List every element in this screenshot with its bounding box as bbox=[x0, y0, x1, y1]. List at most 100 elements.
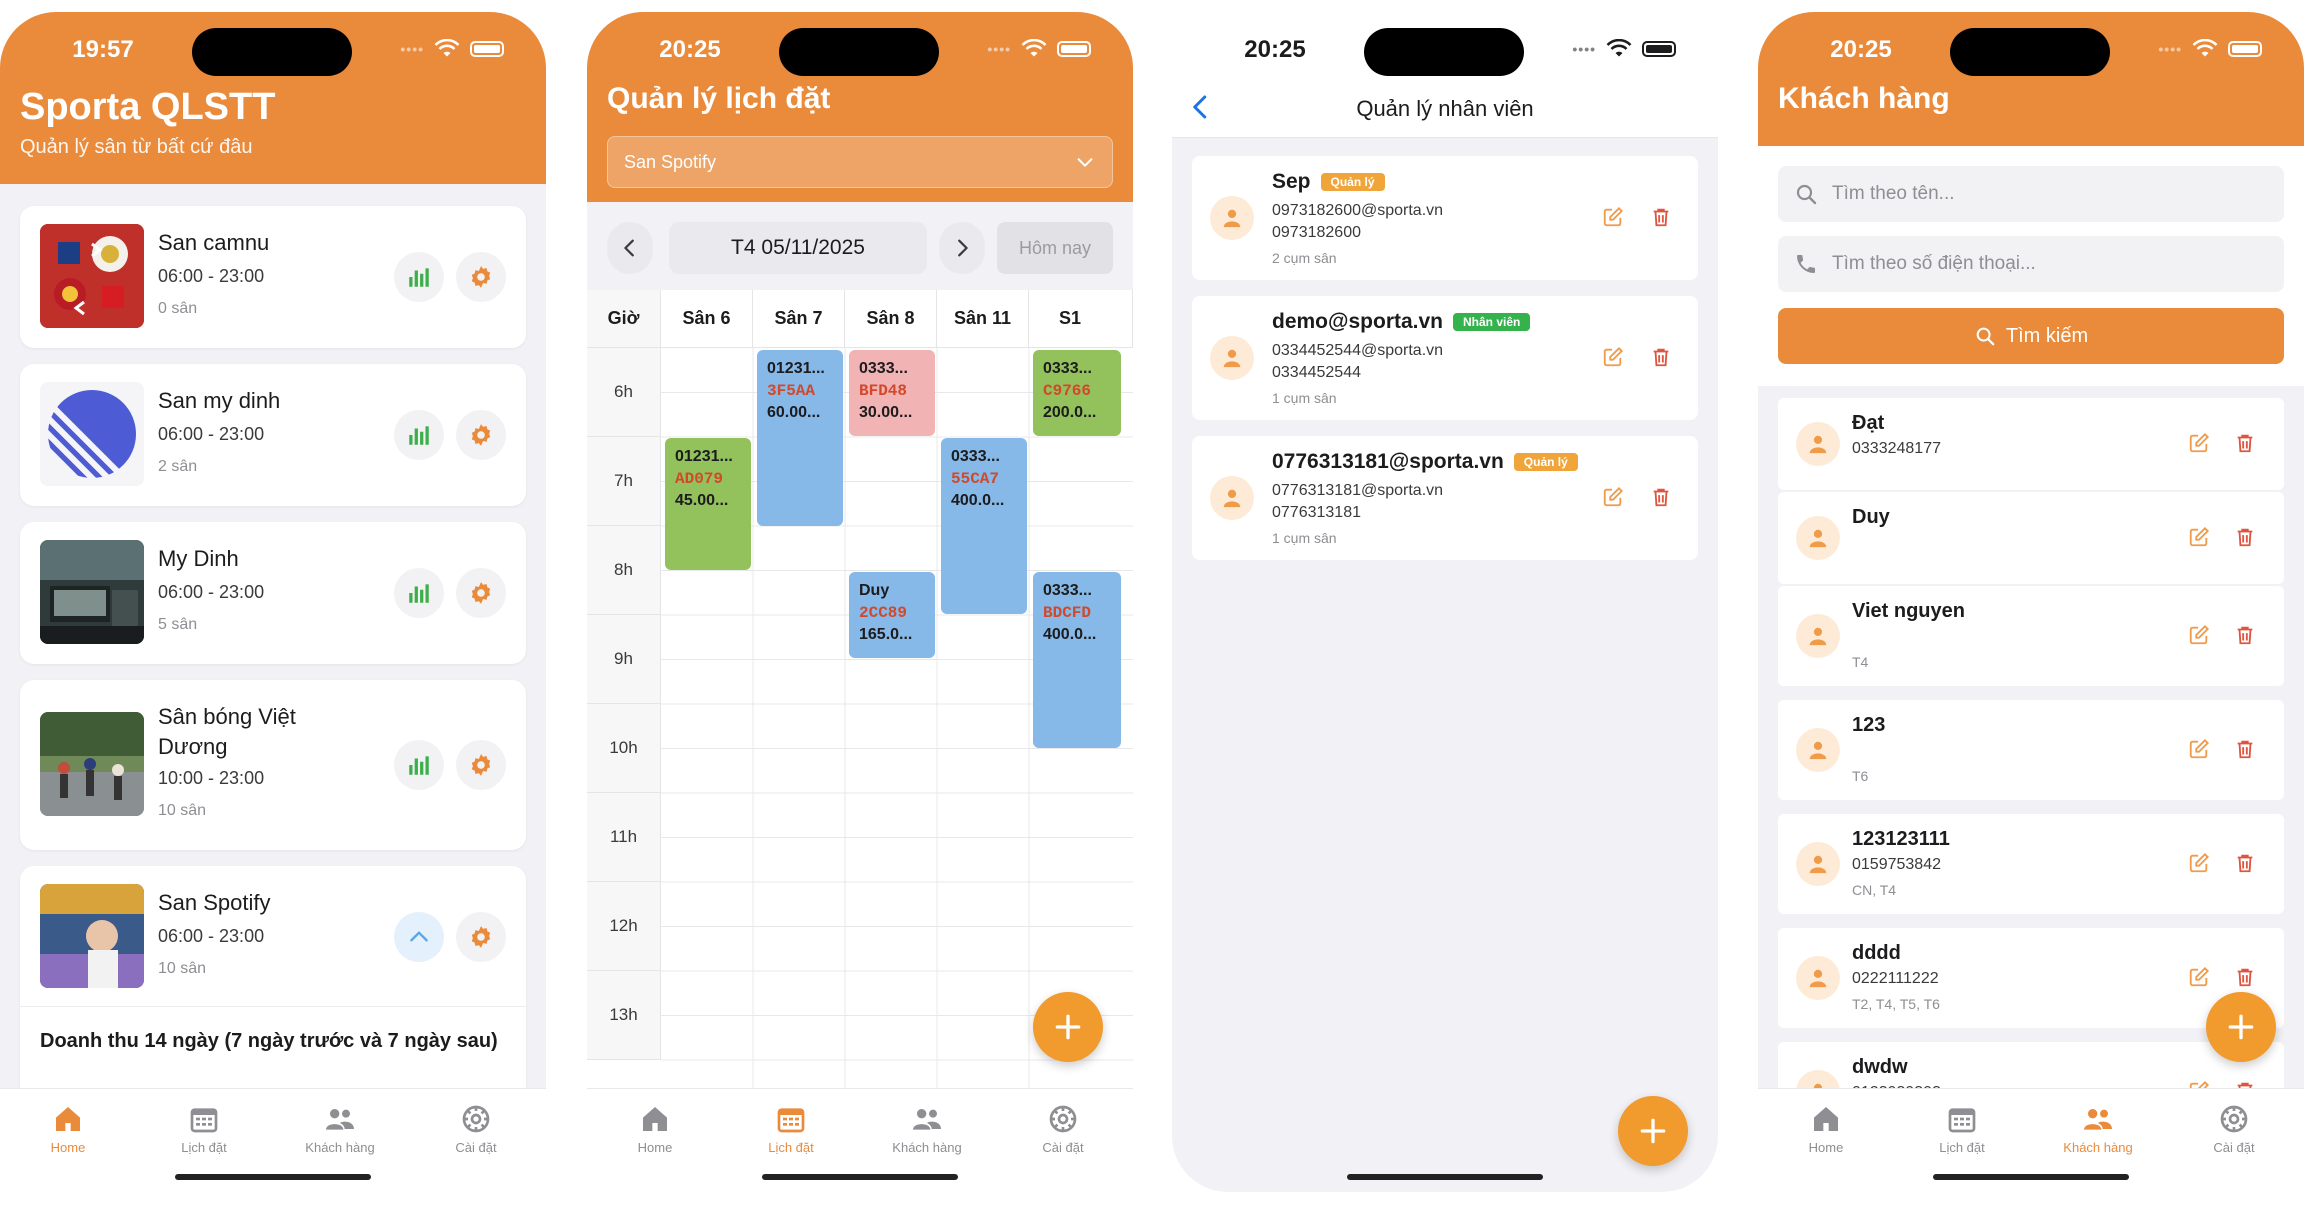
signal-icon: •••• bbox=[400, 41, 424, 57]
add-customer-button[interactable] bbox=[2206, 992, 2276, 1062]
stats-button[interactable] bbox=[394, 740, 444, 790]
booking-block[interactable]: 01231... AD079 45.00... bbox=[665, 438, 751, 570]
delete-button[interactable] bbox=[1650, 486, 1672, 513]
calendar-icon bbox=[775, 1103, 807, 1135]
edit-button[interactable] bbox=[1602, 486, 1624, 513]
prev-day-button[interactable] bbox=[607, 222, 653, 274]
hour-label: 9h bbox=[587, 615, 661, 704]
booking-block[interactable]: 01231... 3F5AA 60.00... bbox=[757, 350, 843, 526]
edit-button[interactable] bbox=[2188, 432, 2210, 459]
wifi-icon bbox=[434, 39, 460, 59]
collapse-button[interactable] bbox=[394, 912, 444, 962]
add-employee-button[interactable] bbox=[1618, 1096, 1688, 1166]
venue-image bbox=[40, 712, 144, 816]
customer-row[interactable]: 123 T6 bbox=[1778, 700, 2284, 800]
venue-card[interactable]: San my dinh 06:00 - 23:00 2 sân bbox=[20, 364, 526, 506]
venue-card[interactable]: My Dinh 06:00 - 23:00 5 sân bbox=[20, 522, 526, 664]
edit-button[interactable] bbox=[1602, 206, 1624, 233]
date-bar: T4 05/11/2025 Hôm nay bbox=[587, 202, 1133, 290]
delete-button[interactable] bbox=[2234, 432, 2256, 459]
tab-settings[interactable]: Cài đặt bbox=[2174, 1103, 2294, 1157]
gear-icon bbox=[468, 422, 494, 448]
tab-customers[interactable]: Khách hàng bbox=[2038, 1103, 2158, 1157]
delete-button[interactable] bbox=[2234, 852, 2256, 879]
person-icon bbox=[1221, 487, 1243, 509]
edit-button[interactable] bbox=[2188, 966, 2210, 993]
tab-customers[interactable]: Khách hàng bbox=[280, 1103, 400, 1157]
employee-card[interactable]: 0776313181@sporta.vn Quản lý 0776313181@s… bbox=[1192, 436, 1698, 560]
booking-block[interactable]: 0333... C9766 200.0... bbox=[1033, 350, 1121, 436]
search-button[interactable]: Tìm kiếm bbox=[1778, 308, 2284, 364]
add-booking-button[interactable] bbox=[1033, 992, 1103, 1062]
venue-card[interactable]: Sân bóng Việt Dương 10:00 - 23:00 10 sân bbox=[20, 680, 526, 850]
venue-settings-button[interactable] bbox=[456, 568, 506, 618]
delete-button[interactable] bbox=[1650, 346, 1672, 373]
venue-court-count: 10 sân bbox=[158, 802, 207, 819]
delete-button[interactable] bbox=[2234, 966, 2256, 993]
avatar bbox=[1796, 956, 1840, 1000]
app-subtitle: Quản lý sân từ bất cứ đâu bbox=[20, 136, 253, 158]
status-bar: 20:25 •••• bbox=[587, 12, 1133, 92]
today-button[interactable]: Hôm nay bbox=[997, 222, 1113, 274]
booking-block[interactable]: Duy 2CC89 165.0... bbox=[849, 572, 935, 658]
delete-button[interactable] bbox=[2234, 738, 2256, 765]
employee-card[interactable]: demo@sporta.vn Nhân viên 0334452544@sport… bbox=[1192, 296, 1698, 420]
booking-block[interactable]: 0333... BDCFD 400.0... bbox=[1033, 572, 1121, 748]
venue-settings-button[interactable] bbox=[456, 912, 506, 962]
venue-card-expanded[interactable]: San Spotify 06:00 - 23:00 10 sân Doanh t… bbox=[20, 866, 526, 1126]
date-display[interactable]: T4 05/11/2025 bbox=[669, 222, 927, 274]
stats-button[interactable] bbox=[394, 252, 444, 302]
employee-card[interactable]: Sep Quản lý 0973182600@sporta.vn 09731826… bbox=[1192, 156, 1698, 280]
edit-button[interactable] bbox=[2188, 624, 2210, 651]
edit-button[interactable] bbox=[2188, 852, 2210, 879]
search-name-input[interactable]: Tìm theo tên... bbox=[1778, 166, 2284, 222]
tab-settings[interactable]: Cài đặt bbox=[416, 1103, 536, 1157]
customer-row[interactable]: Đạt 0333248177 bbox=[1778, 398, 2284, 490]
person-icon bbox=[1807, 433, 1829, 455]
employee-clusters: 2 cụm sân bbox=[1272, 250, 1337, 266]
tab-bookings[interactable]: Lịch đặt bbox=[1902, 1103, 2022, 1157]
next-day-button[interactable] bbox=[939, 222, 985, 274]
tab-settings[interactable]: Cài đặt bbox=[1003, 1103, 1123, 1157]
tab-home[interactable]: Home bbox=[595, 1103, 715, 1157]
tab-home[interactable]: Home bbox=[8, 1103, 128, 1157]
venue-select[interactable]: San Spotify bbox=[607, 136, 1113, 188]
delete-button[interactable] bbox=[2234, 526, 2256, 553]
phone-staff-screen: 20:25 •••• Quản lý nhân viên Sep Quản lý … bbox=[1172, 12, 1718, 1192]
plus-icon bbox=[1637, 1115, 1669, 1147]
delete-button[interactable] bbox=[1650, 206, 1672, 233]
venue-card[interactable]: San camnu 06:00 - 23:00 0 sân bbox=[20, 206, 526, 348]
edit-button[interactable] bbox=[2188, 526, 2210, 553]
trash-icon bbox=[1650, 206, 1672, 228]
booking-block[interactable]: 0333... BFD48 30.00... bbox=[849, 350, 935, 436]
tab-customers[interactable]: Khách hàng bbox=[867, 1103, 987, 1157]
edit-button[interactable] bbox=[2188, 738, 2210, 765]
stats-button[interactable] bbox=[394, 410, 444, 460]
booking-block[interactable]: 0333... 55CA7 400.0... bbox=[941, 438, 1027, 614]
stats-button[interactable] bbox=[394, 568, 444, 618]
bar-chart-icon bbox=[406, 264, 432, 290]
customer-name: 123123111 bbox=[1852, 828, 1950, 850]
customer-row[interactable]: 123123111 0159753842 CN, T4 bbox=[1778, 814, 2284, 914]
customer-days: T2, T4, T5, T6 bbox=[1852, 996, 1940, 1012]
venue-settings-button[interactable] bbox=[456, 252, 506, 302]
customer-row[interactable]: Viet nguyen T4 bbox=[1778, 586, 2284, 686]
venue-settings-button[interactable] bbox=[456, 410, 506, 460]
edit-button[interactable] bbox=[1602, 346, 1624, 373]
page-title: Quản lý nhân viên bbox=[1356, 96, 1534, 121]
search-phone-input[interactable]: Tìm theo số điện thoại... bbox=[1778, 236, 2284, 292]
venue-settings-button[interactable] bbox=[456, 740, 506, 790]
customer-row[interactable]: Duy bbox=[1778, 492, 2284, 584]
venue-court-count: 0 sân bbox=[158, 300, 198, 317]
avatar bbox=[1210, 196, 1254, 240]
delete-button[interactable] bbox=[2234, 624, 2256, 651]
venue-hours: 06:00 - 23:00 bbox=[158, 266, 265, 286]
avatar bbox=[1796, 422, 1840, 466]
tab-bookings[interactable]: Lịch đặt bbox=[144, 1103, 264, 1157]
battery-icon bbox=[1057, 41, 1091, 57]
tab-home[interactable]: Home bbox=[1766, 1103, 1886, 1157]
status-time: 19:57 bbox=[72, 36, 134, 63]
users-icon bbox=[911, 1103, 943, 1135]
tab-bookings[interactable]: Lịch đặt bbox=[731, 1103, 851, 1157]
person-icon bbox=[1221, 347, 1243, 369]
